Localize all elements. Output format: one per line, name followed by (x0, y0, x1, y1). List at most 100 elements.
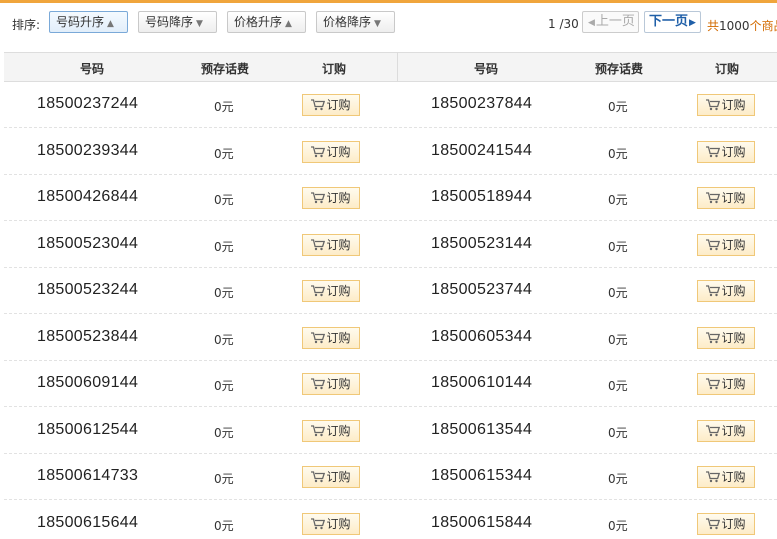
sort-number-asc-button[interactable]: 号码升序 ▲ (49, 11, 128, 33)
prepaid-fee: 0元 (608, 518, 628, 533)
table-row: 18500239344 0元 订购 18500241544 0元 订购 (4, 129, 777, 175)
cart-icon (706, 145, 721, 157)
table-row: 18500426844 0元 订购 18500518944 0元 订购 (4, 175, 777, 221)
prepaid-fee: 0元 (608, 146, 628, 161)
sort-price-asc-label: 价格升序 (234, 15, 283, 29)
buy-button[interactable]: 订购 (302, 280, 360, 302)
cart-icon (311, 238, 326, 250)
table-row: 18500523044 0元 订购 18500523144 0元 订购 (4, 222, 777, 268)
buy-button[interactable]: 订购 (697, 466, 755, 488)
buy-button[interactable]: 订购 (302, 466, 360, 488)
sort-number-asc-label: 号码升序 (56, 15, 105, 29)
buy-button[interactable]: 订购 (697, 419, 755, 442)
buy-button[interactable]: 订购 (697, 373, 755, 395)
table-row: 18500612544 0元 订购 18500613544 0元 订购 (4, 408, 777, 454)
cart-icon (311, 517, 326, 529)
next-page-label: 下一页 (649, 14, 689, 29)
total-prefix: 共 (707, 19, 720, 33)
prepaid-fee: 0元 (214, 100, 234, 114)
header-buy-left: 订购 (321, 62, 346, 76)
cart-icon (706, 99, 721, 111)
buy-button[interactable]: 订购 (302, 94, 360, 116)
prepaid-fee: 0元 (608, 193, 628, 207)
buy-button[interactable]: 订购 (697, 94, 755, 116)
buy-button[interactable]: 订购 (302, 140, 360, 163)
prepaid-fee: 0元 (608, 100, 628, 114)
header-buy-right: 订购 (714, 62, 739, 76)
phone-number: 18500237844 (431, 95, 533, 112)
phone-number: 18500615344 (431, 467, 533, 484)
buy-button[interactable]: 订购 (302, 512, 360, 535)
buy-label: 订购 (721, 330, 746, 345)
phone-number: 18500609144 (37, 374, 139, 391)
buy-button[interactable]: 订购 (302, 419, 360, 442)
buy-label: 订购 (326, 237, 351, 252)
cart-icon (706, 517, 721, 529)
header-number-right: 号码 (473, 62, 498, 76)
buy-label: 订购 (326, 284, 351, 298)
buy-button[interactable]: 订购 (697, 326, 755, 349)
chevron-left-icon: ◀ (588, 18, 595, 28)
cart-icon (311, 378, 326, 390)
buy-button[interactable]: 订购 (697, 512, 755, 535)
header-fee-right: 预存话费 (594, 62, 643, 76)
cart-icon (311, 424, 326, 436)
buy-label: 订购 (721, 423, 746, 438)
buy-label: 订购 (721, 237, 746, 252)
prepaid-fee: 0元 (608, 332, 628, 347)
prepaid-fee: 0元 (608, 286, 628, 300)
sort-price-desc-button[interactable]: 价格降序 ▼ (316, 11, 395, 33)
phone-number: 18500615644 (37, 513, 139, 531)
buy-button[interactable]: 订购 (697, 233, 755, 256)
cart-icon (706, 471, 721, 483)
sort-price-desc-label: 价格降序 (323, 15, 372, 29)
prev-page-button[interactable]: ◀上一页 (582, 11, 639, 33)
prepaid-fee: 0元 (214, 425, 234, 440)
cart-icon (706, 238, 721, 250)
prepaid-fee: 0元 (214, 472, 234, 486)
prepaid-fee: 0元 (608, 472, 628, 486)
buy-label: 订购 (721, 470, 746, 484)
buy-button[interactable]: 订购 (302, 233, 360, 256)
table-row: 18500615644 0元 订购 18500615844 0元 订购 (4, 501, 777, 539)
phone-number: 18500426844 (37, 188, 139, 205)
total-number: 1000 (719, 19, 750, 33)
buy-label: 订购 (721, 516, 746, 531)
buy-label: 订购 (721, 191, 746, 205)
cart-icon (706, 424, 721, 436)
buy-button[interactable]: 订购 (697, 140, 755, 163)
buy-button[interactable]: 订购 (302, 326, 360, 349)
buy-label: 订购 (721, 284, 746, 298)
phone-number: 18500613544 (431, 420, 533, 438)
arrow-up-icon: ▲ (285, 19, 292, 29)
sort-number-desc-button[interactable]: 号码降序 ▼ (138, 11, 217, 33)
table-row: 18500609144 0元 订购 18500610144 0元 订购 (4, 361, 777, 407)
phone-number: 18500615844 (431, 513, 533, 531)
buy-label: 订购 (326, 377, 351, 391)
next-page-button[interactable]: 下一页▶ (644, 11, 701, 33)
table-row: 18500614733 0元 订购 18500615344 0元 订购 (4, 454, 777, 500)
buy-button[interactable]: 订购 (697, 187, 755, 209)
cart-icon (311, 145, 326, 157)
phone-number: 18500241544 (431, 141, 533, 159)
header-divider (397, 52, 398, 82)
buy-button[interactable]: 订购 (302, 373, 360, 395)
prepaid-fee: 0元 (214, 146, 234, 161)
prepaid-fee: 0元 (608, 379, 628, 393)
sort-toolbar: 排序: 号码升序 ▲ 号码降序 ▼ 价格升序 ▲ 价格降序 ▼ 1 /30 ◀上一页 下… (0, 3, 777, 43)
prepaid-fee: 0元 (214, 286, 234, 300)
cart-icon (706, 285, 721, 297)
arrow-down-icon: ▼ (196, 19, 203, 29)
cart-icon (311, 99, 326, 111)
buy-button[interactable]: 订购 (697, 280, 755, 302)
prepaid-fee: 0元 (608, 425, 628, 440)
cart-icon (311, 285, 326, 297)
buy-label: 订购 (326, 98, 351, 112)
cart-icon (311, 471, 326, 483)
buy-label: 订购 (326, 191, 351, 205)
total-count: 共1000个商品 (707, 17, 777, 34)
cart-icon (706, 378, 721, 390)
buy-button[interactable]: 订购 (302, 187, 360, 209)
prepaid-fee: 0元 (214, 379, 234, 393)
sort-price-asc-button[interactable]: 价格升序 ▲ (227, 11, 306, 33)
